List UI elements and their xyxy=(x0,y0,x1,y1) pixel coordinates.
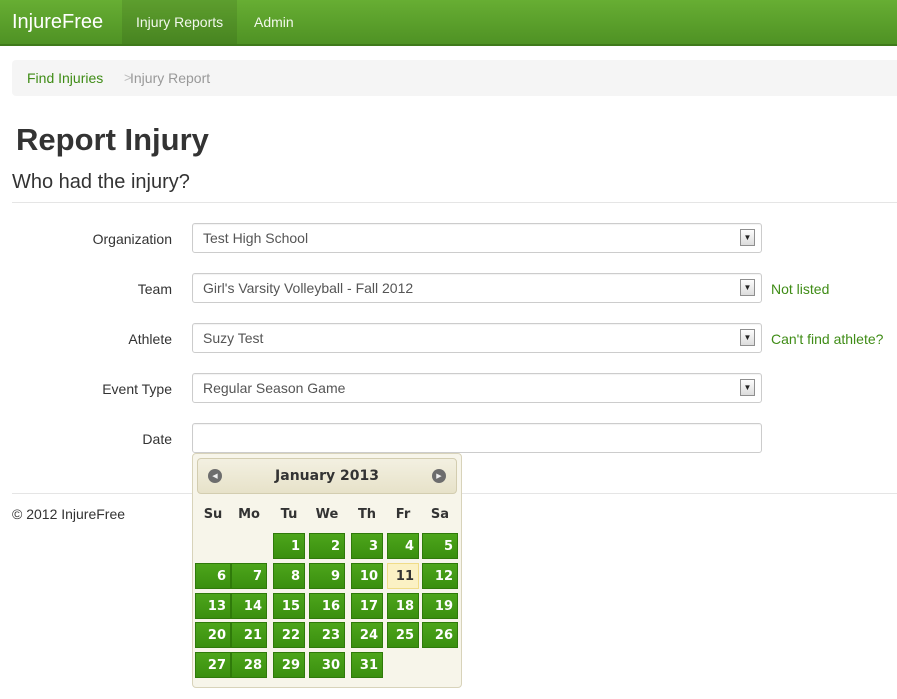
calendar-day-20[interactable]: 20 xyxy=(195,622,231,648)
team-value: Girl's Varsity Volleyball - Fall 2012 xyxy=(203,280,414,296)
weekday-header-sa: Sa xyxy=(430,507,450,522)
datepicker: ◀ January 2013 ▶ Su Mo Tu We Th Fr Sa 1 2 3 4 5 6 7 8 9… xyxy=(192,453,462,688)
calendar-day-15[interactable]: 15 xyxy=(273,593,305,619)
calendar-day-31[interactable]: 31 xyxy=(351,652,383,678)
calendar-day-22[interactable]: 22 xyxy=(273,622,305,648)
next-month-icon[interactable]: ▶ xyxy=(432,469,446,483)
calendar-day-19[interactable]: 19 xyxy=(422,593,458,619)
calendar-day-2[interactable]: 2 xyxy=(309,533,345,559)
calendar-day-13[interactable]: 13 xyxy=(195,593,231,619)
weekday-header-fr: Fr xyxy=(395,507,411,522)
cant-find-athlete-link[interactable]: Can't find athlete? xyxy=(771,331,883,347)
date-label: Date xyxy=(142,431,172,447)
section-divider xyxy=(12,202,897,203)
event-type-select[interactable]: Regular Season Game ▼ xyxy=(192,373,762,403)
dropdown-arrow-icon[interactable]: ▼ xyxy=(740,229,755,246)
page-title: Report Injury xyxy=(16,122,209,157)
calendar-day-10[interactable]: 10 xyxy=(351,563,383,589)
dropdown-arrow-icon[interactable]: ▼ xyxy=(740,329,755,346)
calendar-day-18[interactable]: 18 xyxy=(387,593,419,619)
event-type-value: Regular Season Game xyxy=(203,380,346,396)
calendar-day-11[interactable]: 11 xyxy=(387,563,419,589)
calendar-day-9[interactable]: 9 xyxy=(309,563,345,589)
calendar-day-29[interactable]: 29 xyxy=(273,652,305,678)
calendar-day-17[interactable]: 17 xyxy=(351,593,383,619)
weekday-header-su: Su xyxy=(203,507,223,522)
team-not-listed-link[interactable]: Not listed xyxy=(771,281,829,297)
footer-copyright: © 2012 InjureFree xyxy=(12,506,126,522)
datepicker-month-title: January 2013 xyxy=(275,468,379,484)
calendar-day-1[interactable]: 1 xyxy=(273,533,305,559)
calendar-day-28[interactable]: 28 xyxy=(231,652,267,678)
calendar-day-24[interactable]: 24 xyxy=(351,622,383,648)
calendar-day-12[interactable]: 12 xyxy=(422,563,458,589)
calendar-day-21[interactable]: 21 xyxy=(231,622,267,648)
weekday-header-we: We xyxy=(315,507,339,522)
team-label: Team xyxy=(137,281,172,297)
calendar-day-25[interactable]: 25 xyxy=(387,622,419,648)
event-type-label: Event Type xyxy=(102,381,172,397)
calendar-day-8[interactable]: 8 xyxy=(273,563,305,589)
weekday-header-mo: Mo xyxy=(238,507,260,522)
brand-logo[interactable]: InjureFree xyxy=(12,11,103,34)
calendar-day-14[interactable]: 14 xyxy=(231,593,267,619)
nav-item-admin[interactable]: Admin xyxy=(240,0,308,44)
calendar-day-23[interactable]: 23 xyxy=(309,622,345,648)
calendar-day-27[interactable]: 27 xyxy=(195,652,231,678)
calendar-day-3[interactable]: 3 xyxy=(351,533,383,559)
calendar-day-4[interactable]: 4 xyxy=(387,533,419,559)
nav-item-injury-reports[interactable]: Injury Reports xyxy=(122,0,238,44)
organization-label: Organization xyxy=(92,231,172,247)
calendar-day-30[interactable]: 30 xyxy=(309,652,345,678)
datepicker-header: ◀ January 2013 ▶ xyxy=(197,458,457,494)
navbar: InjureFree Injury Reports Admin xyxy=(0,0,897,46)
calendar-day-6[interactable]: 6 xyxy=(195,563,231,589)
organization-select[interactable]: Test High School ▼ xyxy=(192,223,762,253)
dropdown-arrow-icon[interactable]: ▼ xyxy=(740,279,755,296)
weekday-header-tu: Tu xyxy=(280,507,298,522)
team-select[interactable]: Girl's Varsity Volleyball - Fall 2012 ▼ xyxy=(192,273,762,303)
breadcrumb-current: Injury Report xyxy=(130,70,211,86)
athlete-value: Suzy Test xyxy=(203,330,264,346)
dropdown-arrow-icon[interactable]: ▼ xyxy=(740,379,755,396)
calendar-day-26[interactable]: 26 xyxy=(422,622,458,648)
calendar-day-7[interactable]: 7 xyxy=(231,563,267,589)
organization-value: Test High School xyxy=(203,230,309,246)
breadcrumb: Find Injuries > Injury Report xyxy=(12,60,897,96)
calendar-day-16[interactable]: 16 xyxy=(309,593,345,619)
section-subtitle: Who had the injury? xyxy=(12,171,190,193)
weekday-header-th: Th xyxy=(357,507,377,522)
athlete-select[interactable]: Suzy Test ▼ xyxy=(192,323,762,353)
date-input[interactable] xyxy=(192,423,762,453)
breadcrumb-link-find-injuries[interactable]: Find Injuries xyxy=(27,70,103,86)
athlete-label: Athlete xyxy=(128,331,172,347)
calendar-day-5[interactable]: 5 xyxy=(422,533,458,559)
